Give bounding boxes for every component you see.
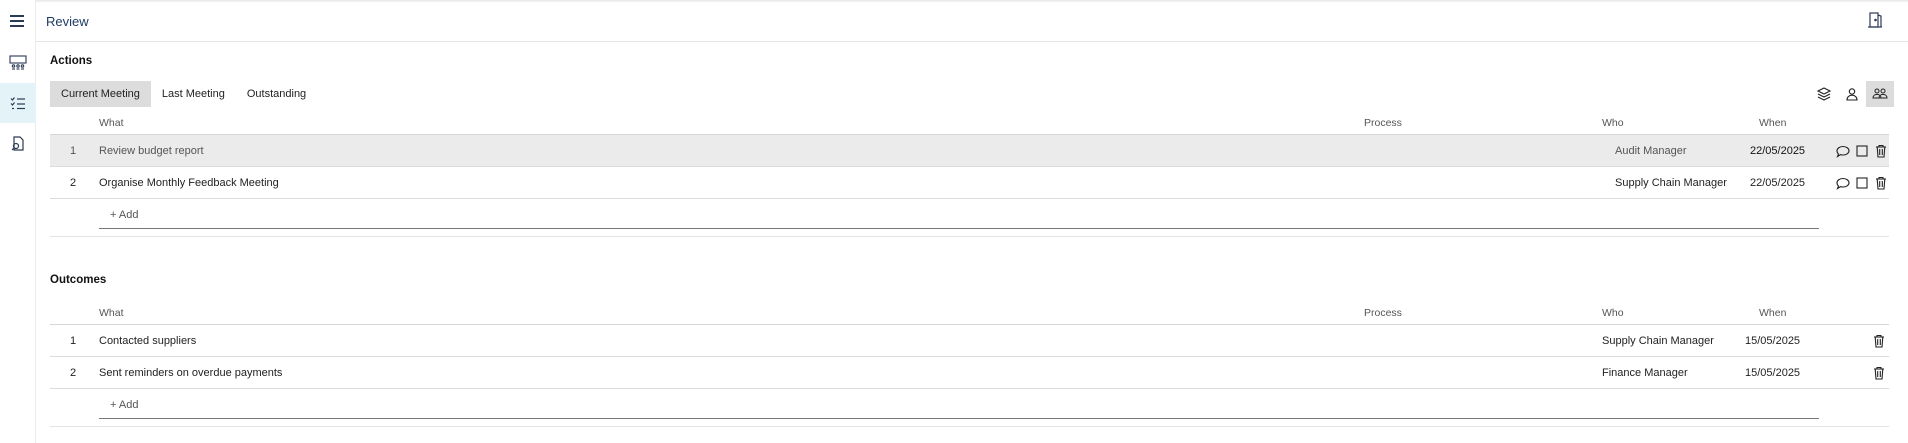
add-row: + Add — [50, 199, 1889, 237]
row-actions — [1834, 175, 1889, 191]
table-row[interactable]: 1 Contacted suppliers Supply Chain Manag… — [50, 325, 1889, 357]
actions-tabs: Current Meeting Last Meeting Outstanding — [50, 81, 317, 107]
tab-current-meeting[interactable]: Current Meeting — [50, 81, 151, 107]
checklist-icon[interactable] — [0, 83, 36, 123]
meeting-room-icon[interactable] — [0, 42, 36, 82]
row-when[interactable]: 22/05/2025 — [1750, 145, 1805, 157]
row-when[interactable]: 15/05/2025 — [1745, 335, 1800, 347]
table-header: What Process Who When — [50, 111, 1889, 135]
column-header-who: Who — [1602, 307, 1624, 319]
row-number: 1 — [69, 145, 77, 157]
column-header-who: Who — [1602, 117, 1624, 129]
section-divider — [50, 236, 1889, 237]
page-title: Review — [46, 14, 89, 29]
actions-section-title: Actions — [50, 55, 93, 67]
layers-icon[interactable] — [1810, 81, 1838, 107]
row-who[interactable]: Audit Manager — [1615, 145, 1687, 157]
row-actions — [1870, 365, 1887, 381]
row-actions — [1834, 143, 1889, 159]
outcomes-table: What Process Who When 1 Contacted suppli… — [50, 301, 1889, 427]
add-input-underline — [99, 228, 1819, 229]
comment-icon[interactable] — [1834, 143, 1851, 159]
checkbox-icon[interactable] — [1853, 175, 1870, 191]
section-divider — [50, 426, 1889, 427]
row-when[interactable]: 15/05/2025 — [1745, 367, 1800, 379]
tab-last-meeting[interactable]: Last Meeting — [151, 81, 236, 107]
table-header: What Process Who When — [50, 301, 1889, 325]
row-number: 2 — [69, 177, 77, 189]
table-row[interactable]: 2 Sent reminders on overdue payments Fin… — [50, 357, 1889, 389]
add-action-button[interactable]: + Add — [110, 209, 138, 221]
view-toggle-group — [1810, 81, 1894, 107]
row-who[interactable]: Supply Chain Manager — [1615, 177, 1727, 189]
row-what[interactable]: Contacted suppliers — [99, 335, 196, 347]
row-number: 1 — [69, 335, 77, 347]
comment-icon[interactable] — [1834, 175, 1851, 191]
row-what[interactable]: Review budget report — [99, 145, 204, 157]
column-header-when: When — [1759, 307, 1787, 319]
group-icon[interactable] — [1866, 81, 1894, 107]
row-who[interactable]: Supply Chain Manager — [1602, 335, 1714, 347]
row-number: 2 — [69, 367, 77, 379]
delete-icon[interactable] — [1870, 333, 1887, 349]
row-who[interactable]: Finance Manager — [1602, 367, 1688, 379]
hamburger-menu-icon[interactable] — [9, 12, 27, 28]
add-outcome-button[interactable]: + Add — [110, 399, 138, 411]
outcomes-section-title: Outcomes — [50, 274, 107, 286]
delete-icon[interactable] — [1872, 143, 1889, 159]
table-row[interactable]: 2 Organise Monthly Feedback Meeting Supp… — [50, 167, 1889, 199]
row-what[interactable]: Organise Monthly Feedback Meeting — [99, 177, 279, 189]
actions-table: What Process Who When 1 Review budget re… — [50, 111, 1889, 237]
column-header-when: When — [1759, 117, 1787, 129]
row-what[interactable]: Sent reminders on overdue payments — [99, 367, 282, 379]
left-rail — [0, 0, 36, 443]
row-actions — [1870, 333, 1887, 349]
column-header-process: Process — [1364, 307, 1402, 319]
delete-icon[interactable] — [1870, 365, 1887, 381]
checkbox-icon[interactable] — [1853, 143, 1870, 159]
add-input-underline — [99, 418, 1819, 419]
column-header-what: What — [99, 307, 124, 319]
user-icon[interactable] — [1838, 81, 1866, 107]
column-header-what: What — [99, 117, 124, 129]
add-row: + Add — [50, 389, 1889, 427]
exit-door-icon[interactable] — [1866, 11, 1886, 31]
table-row[interactable]: 1 Review budget report Audit Manager 22/… — [50, 135, 1889, 167]
column-header-process: Process — [1364, 117, 1402, 129]
document-search-icon[interactable] — [0, 124, 36, 164]
row-when[interactable]: 22/05/2025 — [1750, 177, 1805, 189]
delete-icon[interactable] — [1872, 175, 1889, 191]
tab-outstanding[interactable]: Outstanding — [236, 81, 317, 107]
page-header: Review — [36, 0, 1908, 42]
